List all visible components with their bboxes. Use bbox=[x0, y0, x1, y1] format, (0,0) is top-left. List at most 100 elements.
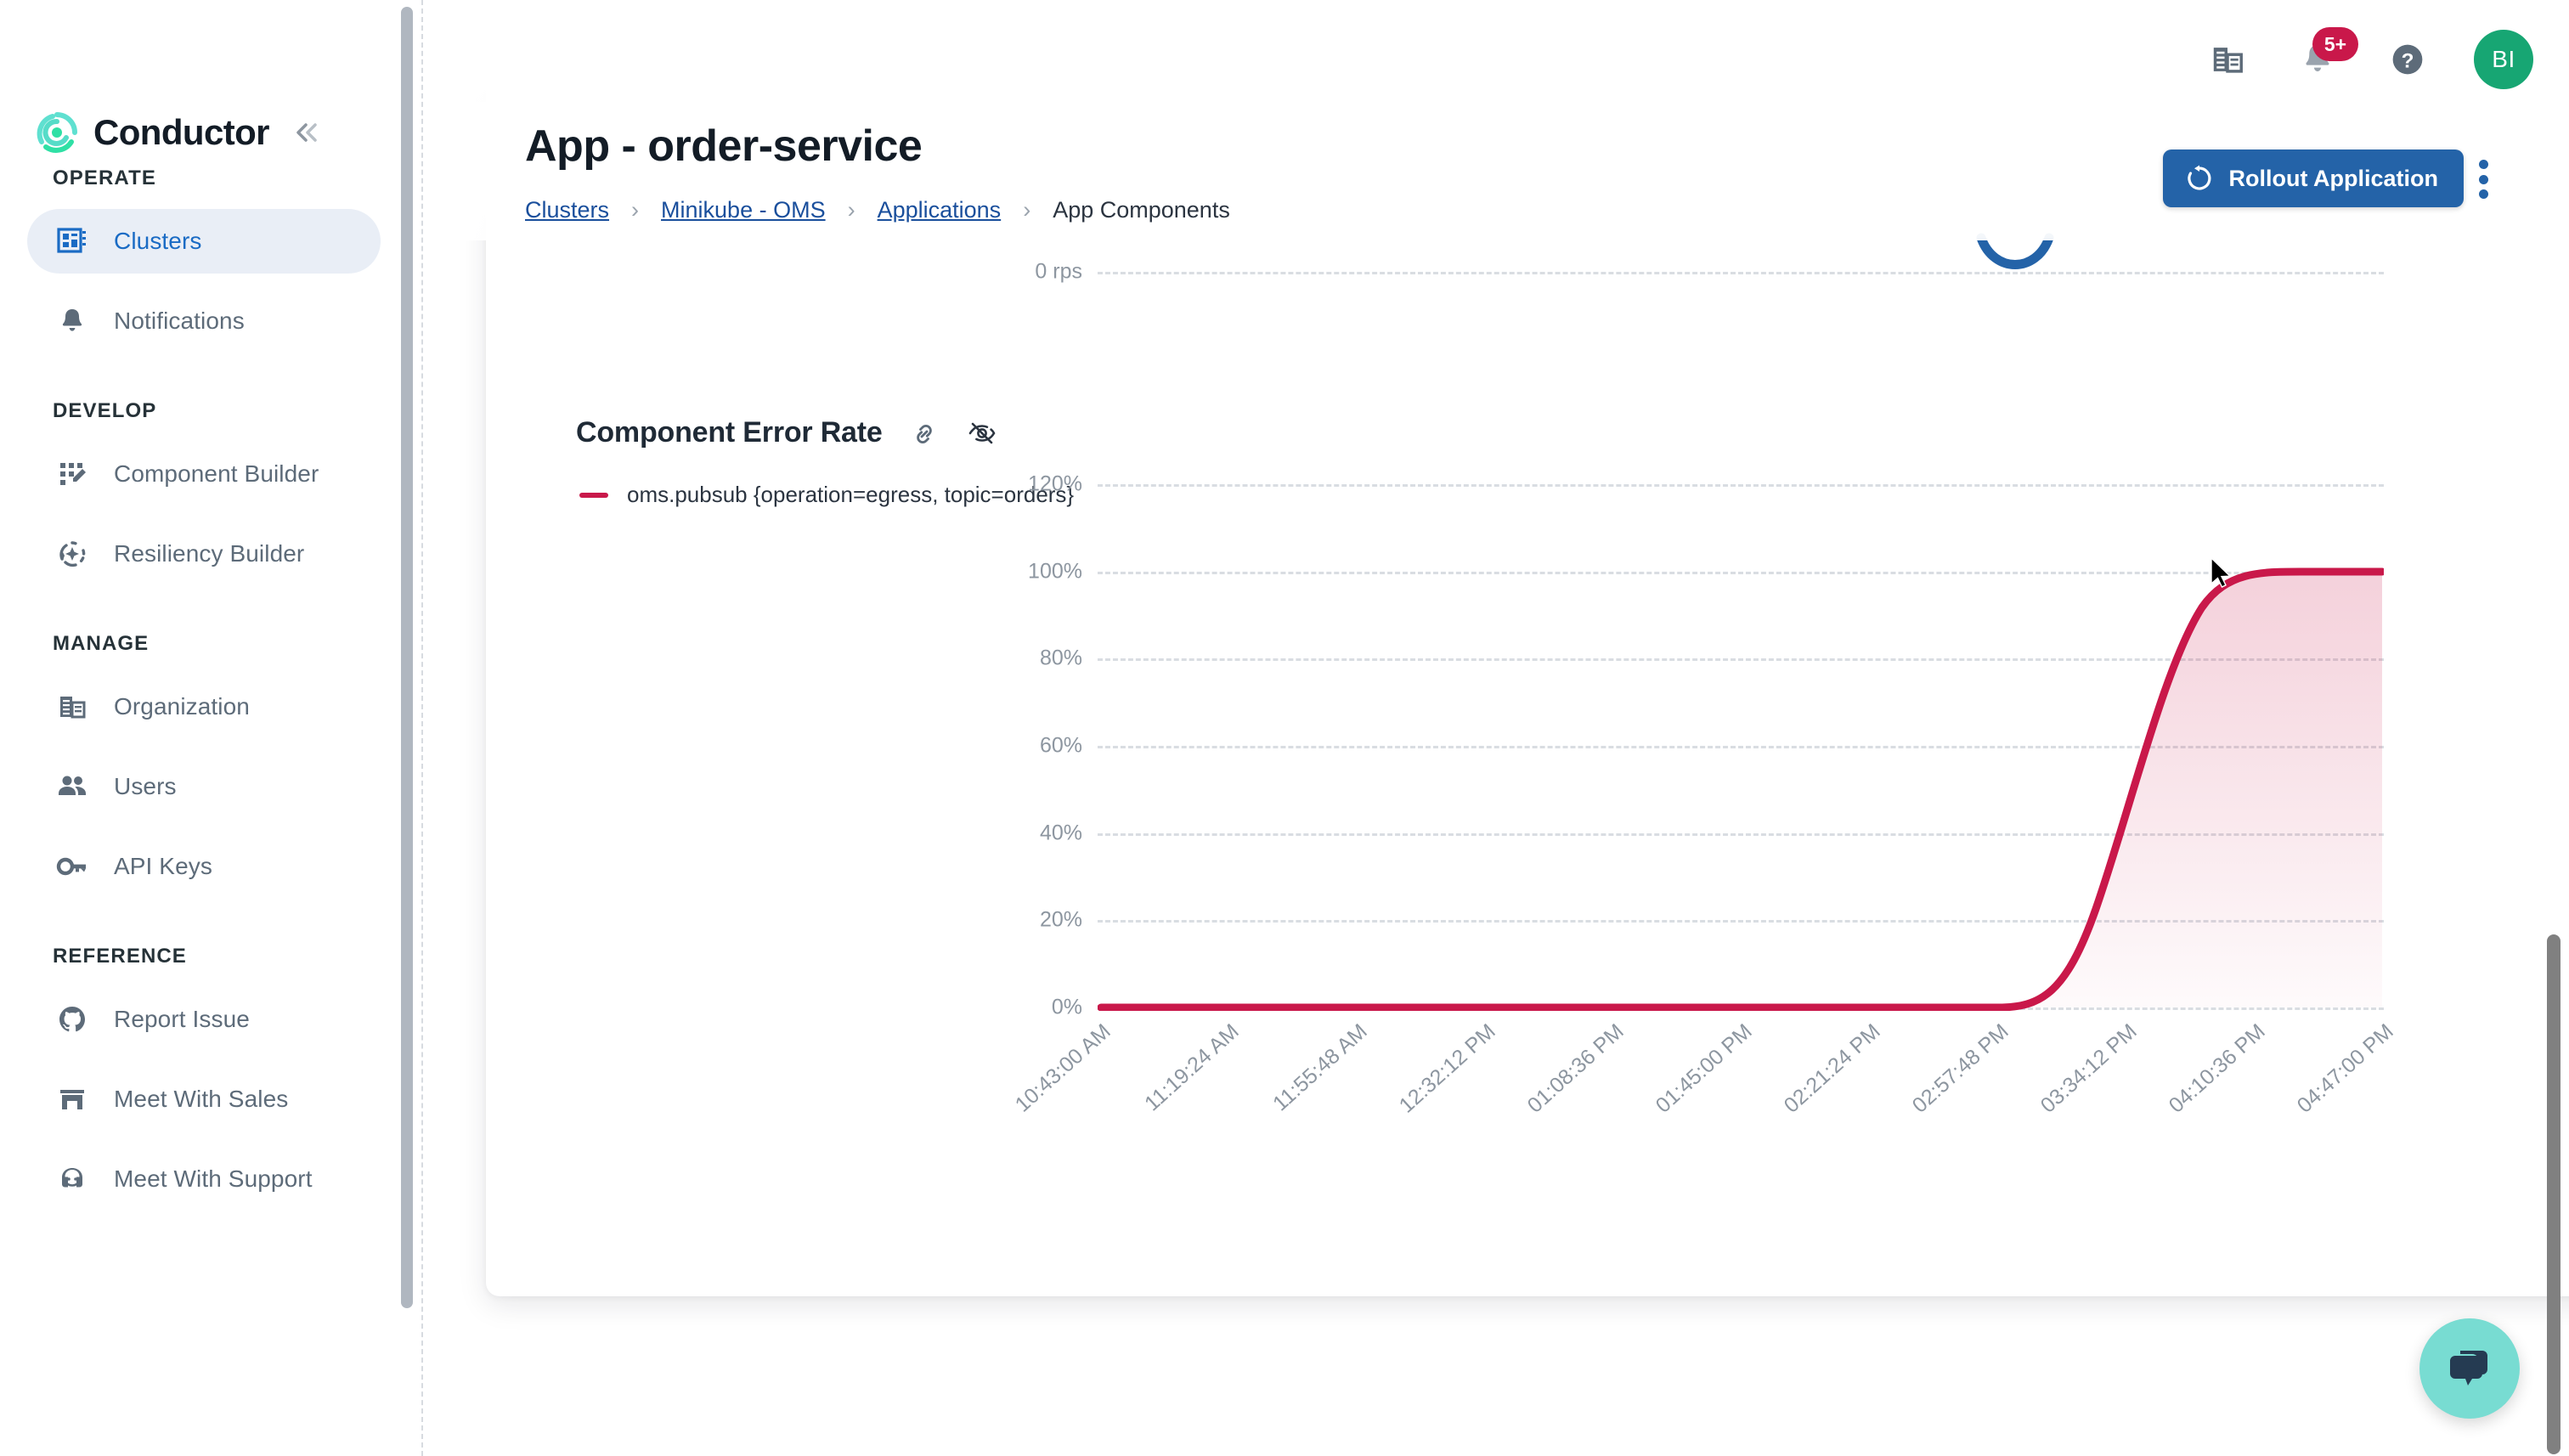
main-content: 0 rps 10:43:00 AM 11:19:24 AM 11:55:48 A… bbox=[423, 0, 2569, 1456]
x-tick-label: 02:57:48 PM bbox=[1907, 1019, 2013, 1118]
copy-link-icon[interactable] bbox=[908, 417, 940, 449]
clusters-icon bbox=[53, 222, 92, 261]
sidebar-item-component-builder[interactable]: Component Builder bbox=[27, 442, 381, 506]
nav-section-develop: DEVELOP bbox=[53, 399, 157, 422]
y-tick-label: 100% bbox=[1028, 559, 1082, 584]
building-icon bbox=[53, 687, 92, 726]
sidebar-item-report-issue[interactable]: Report Issue bbox=[27, 987, 381, 1052]
refresh-sparkle-icon bbox=[53, 534, 92, 573]
chevron-right-icon: › bbox=[631, 197, 640, 223]
storefront-icon bbox=[53, 1080, 92, 1119]
sidebar: Conductor OPERATE Clusters Notifications… bbox=[0, 0, 423, 1456]
sidebar-item-meet-with-support[interactable]: Meet With Support bbox=[27, 1147, 381, 1211]
sidebar-item-organization[interactable]: Organization bbox=[27, 674, 381, 739]
bell-icon bbox=[53, 302, 92, 341]
conductor-logo-icon bbox=[34, 110, 80, 155]
kebab-dot bbox=[2478, 189, 2488, 199]
sidebar-item-label: API Keys bbox=[114, 853, 212, 879]
y-tick-label: 0% bbox=[1051, 995, 1082, 1019]
sidebar-item-label: Meet With Support bbox=[114, 1165, 313, 1192]
rollout-application-label: Rollout Application bbox=[2228, 165, 2438, 191]
y-tick-label: 40% bbox=[1039, 821, 1082, 845]
help-question-circle-icon[interactable]: ? bbox=[2380, 32, 2435, 87]
x-tick-label: 11:55:48 AM bbox=[1268, 1019, 1372, 1116]
x-tick-label: 12:32:12 PM bbox=[1394, 1019, 1500, 1118]
brand-logo[interactable]: Conductor bbox=[0, 0, 421, 166]
sidebar-item-label: Meet With Sales bbox=[114, 1086, 289, 1112]
chart-component-error-rate: Component Error Rate oms.pubsub {operati… bbox=[486, 416, 2569, 1118]
rollout-refresh-icon bbox=[2185, 164, 2214, 193]
top-bar: 5+ ? BI bbox=[423, 0, 2569, 119]
sidebar-scrollbar[interactable] bbox=[401, 7, 413, 1308]
org-switcher-icon[interactable] bbox=[2200, 32, 2255, 87]
sidebar-item-label: Clusters bbox=[114, 228, 202, 254]
breadcrumb-item-app-components: App Components bbox=[1053, 197, 1230, 223]
y-tick-label: 0 rps bbox=[1035, 259, 1082, 284]
x-tick-label: 01:45:00 PM bbox=[1651, 1019, 1757, 1118]
notifications-badge: 5+ bbox=[2312, 27, 2358, 61]
nav-section-manage: MANAGE bbox=[53, 632, 150, 655]
x-tick-label: 02:21:24 PM bbox=[1779, 1019, 1885, 1118]
chevron-double-left-icon[interactable] bbox=[288, 114, 325, 151]
mouse-cursor bbox=[2210, 556, 2235, 597]
sidebar-item-meet-with-sales[interactable]: Meet With Sales bbox=[27, 1067, 381, 1132]
chat-widget-button[interactable] bbox=[2419, 1318, 2520, 1419]
nav-section-reference: REFERENCE bbox=[53, 945, 187, 968]
sidebar-item-label: Organization bbox=[114, 693, 250, 720]
y-tick-label: 60% bbox=[1039, 733, 1082, 758]
breadcrumb-item-applications[interactable]: Applications bbox=[878, 197, 1002, 223]
app-root: Conductor OPERATE Clusters Notifications… bbox=[0, 0, 2569, 1456]
user-avatar[interactable]: BI bbox=[2474, 30, 2533, 89]
key-icon bbox=[53, 847, 92, 886]
sidebar-item-api-keys[interactable]: API Keys bbox=[27, 834, 381, 899]
headset-icon bbox=[53, 1160, 92, 1199]
x-tick-label: 04:10:36 PM bbox=[2164, 1019, 2270, 1118]
chevron-right-icon: › bbox=[847, 197, 855, 223]
main-scrollbar[interactable] bbox=[2547, 934, 2561, 1454]
sidebar-item-clusters[interactable]: Clusters bbox=[27, 209, 381, 274]
error-rate-series bbox=[1098, 567, 2384, 1011]
rollout-application-button[interactable]: Rollout Application bbox=[2162, 150, 2464, 207]
chart-title: Component Error Rate bbox=[576, 416, 883, 449]
svg-text:?: ? bbox=[2402, 49, 2414, 72]
x-tick-label: 03:34:12 PM bbox=[2035, 1019, 2142, 1118]
sidebar-item-label: Users bbox=[114, 773, 177, 799]
y-tick-label: 20% bbox=[1039, 907, 1082, 932]
legend-color-swatch bbox=[579, 492, 608, 498]
sidebar-nav: OPERATE Clusters Notifications DEVELOP C… bbox=[0, 166, 421, 1211]
chevron-right-icon: › bbox=[1023, 197, 1031, 223]
sidebar-item-users[interactable]: Users bbox=[27, 754, 381, 819]
breadcrumb-item-clusters[interactable]: Clusters bbox=[525, 197, 609, 223]
x-tick-label: 01:08:36 PM bbox=[1522, 1019, 1629, 1118]
y-tick-label: 120% bbox=[1028, 471, 1082, 496]
notifications-bell-icon[interactable]: 5+ bbox=[2290, 27, 2358, 87]
x-tick-label: 11:19:24 AM bbox=[1140, 1019, 1244, 1116]
brand-name: Conductor bbox=[93, 112, 270, 152]
kebab-menu-icon[interactable] bbox=[2460, 155, 2506, 204]
plot-area-error-rate: 120% 100% 80% 60% 40% 20% 0% 10:43:00 AM… bbox=[1011, 472, 2398, 1118]
kebab-dot bbox=[2478, 160, 2488, 169]
chart-header: Component Error Rate bbox=[486, 416, 2569, 449]
legend-label: oms.pubsub {operation=egress, topic=orde… bbox=[627, 482, 1075, 507]
chat-bubbles-icon bbox=[2443, 1340, 2496, 1397]
x-tick-label: 04:47:00 PM bbox=[2292, 1019, 2398, 1118]
breadcrumb-item-minikube-oms[interactable]: Minikube - OMS bbox=[661, 197, 826, 223]
eye-off-icon[interactable] bbox=[966, 417, 998, 449]
sidebar-item-label: Component Builder bbox=[114, 460, 319, 487]
sidebar-item-label: Resiliency Builder bbox=[114, 540, 305, 567]
kebab-dot bbox=[2478, 174, 2488, 184]
sidebar-item-label: Notifications bbox=[114, 308, 245, 334]
sidebar-item-label: Report Issue bbox=[114, 1006, 250, 1032]
people-icon bbox=[53, 767, 92, 806]
grid-pencil-icon bbox=[53, 454, 92, 494]
sidebar-item-notifications[interactable]: Notifications bbox=[27, 289, 381, 353]
x-tick-label: 10:43:00 AM bbox=[1010, 1019, 1115, 1117]
sidebar-item-resiliency-builder[interactable]: Resiliency Builder bbox=[27, 522, 381, 586]
github-icon bbox=[53, 1000, 92, 1039]
